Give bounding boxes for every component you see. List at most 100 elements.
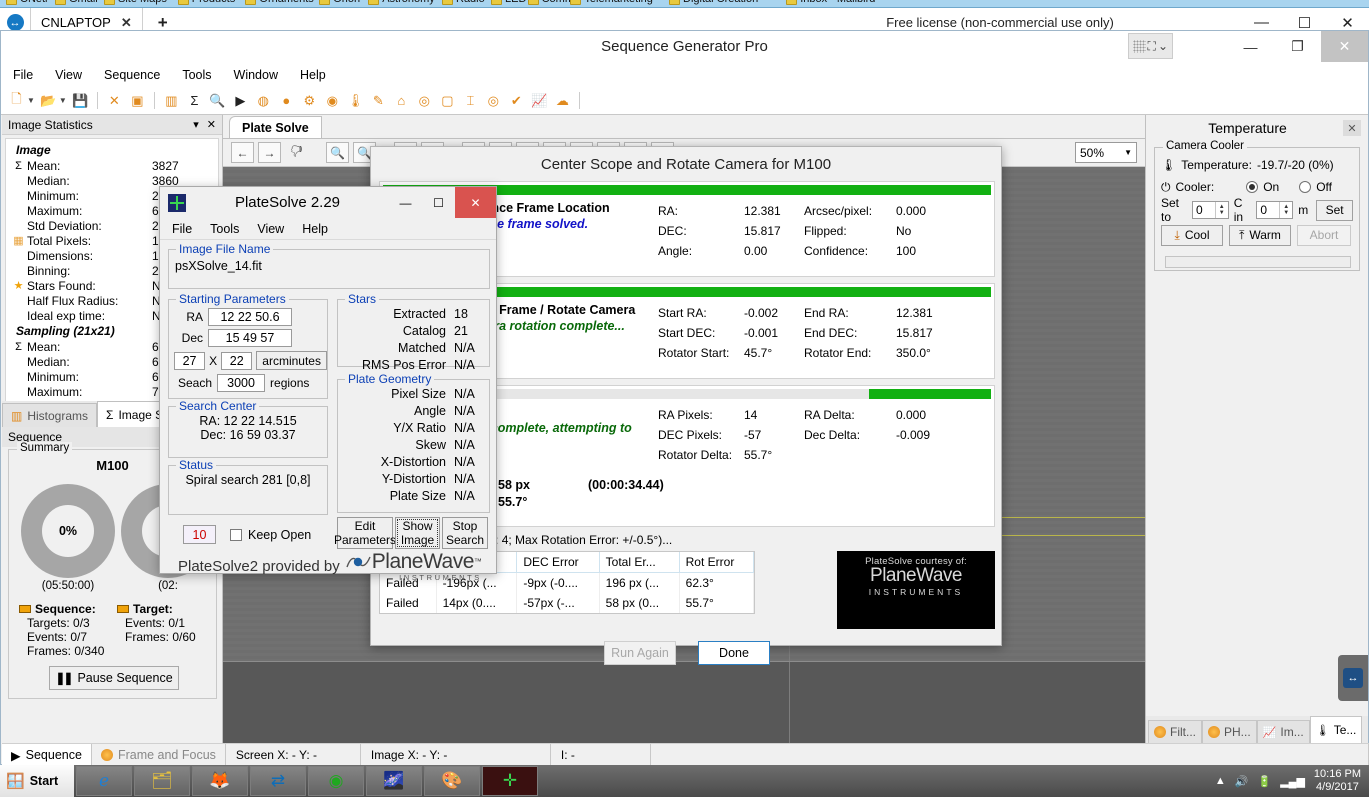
set-button[interactable]: Set	[1316, 199, 1353, 221]
back-arrow-icon[interactable]: ←	[231, 142, 254, 163]
meridian-flip-icon[interactable]: ◎	[415, 91, 434, 110]
bookmark-item[interactable]: Comm	[527, 0, 574, 7]
bookmark-item[interactable]: Site Maps	[104, 0, 167, 7]
filter-wheel-icon[interactable]: ●	[277, 91, 296, 110]
done-button[interactable]: Done	[698, 641, 770, 665]
gear-icon[interactable]: ⚙	[300, 91, 319, 110]
teamviewer-side-handle[interactable]: ↔	[1338, 655, 1368, 701]
chevron-down-icon[interactable]: ▼	[27, 96, 35, 105]
taskbar-teamviewer-icon[interactable]: ⇄	[250, 766, 306, 796]
save-icon[interactable]: 💾	[71, 91, 90, 110]
close-icon[interactable]: ✕	[1343, 120, 1361, 136]
open-file-icon[interactable]: 📂	[39, 91, 58, 110]
bookmark-item[interactable]: Orion	[319, 0, 360, 7]
search-icon[interactable]: 🔍	[208, 91, 227, 110]
chevron-down-icon[interactable]: ⌄	[1158, 39, 1168, 53]
table-row[interactable]: Failed 14px (0.... -57px (-... 58 px (0.…	[380, 593, 755, 613]
menu-item-sequence[interactable]: Sequence	[104, 68, 160, 82]
browser-bookmark-bar[interactable]: CNeti Gmail Site Maps Products Ornaments Orio…	[0, 0, 1369, 8]
phd-guiding-icon[interactable]: ◉	[323, 91, 342, 110]
menu-item-view[interactable]: View	[55, 68, 82, 82]
target-icon[interactable]: ◎	[484, 91, 503, 110]
menu-item-window[interactable]: Window	[234, 68, 278, 82]
bookmark-item[interactable]: Inbox - Mailbird	[786, 0, 875, 7]
stepper-arrows-icon[interactable]: ▲ ▼	[1214, 202, 1228, 218]
tab-filter-wheel[interactable]: Filt...	[1148, 720, 1202, 743]
network-icon[interactable]: ▂▄▆	[1280, 775, 1305, 788]
tab-phd-guiding[interactable]: PH...	[1202, 720, 1257, 743]
new-file-icon[interactable]: 🗋	[7, 91, 26, 110]
focuser-icon[interactable]: ⌶	[461, 91, 480, 110]
field-width-input[interactable]: 27	[174, 351, 206, 370]
zoom-level-select[interactable]: 50% ▼	[1075, 142, 1137, 163]
taskbar-internet-explorer-icon[interactable]: ℯ	[76, 766, 132, 796]
statistics-icon[interactable]: Σ	[185, 91, 204, 110]
drag-handle-icon[interactable]	[1132, 39, 1146, 53]
menu-item-help[interactable]: Help	[300, 68, 326, 82]
menu-item-file[interactable]: File	[172, 222, 192, 236]
taskbar-platesolve-icon[interactable]: ✛	[482, 766, 538, 796]
volume-icon[interactable]: 🔊	[1235, 775, 1249, 788]
taskbar-paint-icon[interactable]: 🎨	[424, 766, 480, 796]
ra-input[interactable]: 12 22 50.6	[208, 308, 292, 326]
settings-icon[interactable]: ▣	[128, 91, 147, 110]
close-icon[interactable]: ✕	[1321, 31, 1368, 62]
battery-icon[interactable]: 🔋	[1257, 775, 1271, 788]
chevron-down-icon[interactable]: ▼	[59, 96, 67, 105]
chevron-down-icon[interactable]: ▾	[193, 118, 199, 131]
dec-input[interactable]: 15 49 57	[208, 329, 292, 347]
menu-item-tools[interactable]: Tools	[210, 222, 239, 236]
camera-icon[interactable]: ▢	[438, 91, 457, 110]
stepper-arrows-icon[interactable]: ▲ ▼	[1279, 202, 1292, 218]
setpoint-stepper[interactable]: 0 ▲ ▼	[1191, 201, 1229, 219]
connect-equipment-icon[interactable]: ✕	[105, 91, 124, 110]
cooler-on-radio[interactable]	[1246, 181, 1259, 193]
bookmark-item[interactable]: Products	[177, 0, 235, 7]
validate-icon[interactable]: ✔	[507, 91, 526, 110]
warm-button[interactable]: ⤒ Warm	[1229, 224, 1291, 246]
maximize-icon[interactable]: ☐	[422, 187, 455, 218]
rotator-icon[interactable]: ◍	[254, 91, 273, 110]
menu-item-view[interactable]: View	[257, 222, 284, 236]
bookmark-item[interactable]: Digital Creation	[669, 0, 758, 7]
restore-icon[interactable]: ❐	[1274, 31, 1321, 62]
tab-histograms[interactable]: ▥ Histograms	[2, 403, 98, 427]
tab-frame-and-focus[interactable]: Frame and Focus	[92, 744, 226, 766]
zoom-in-icon[interactable]: 🔍	[326, 142, 349, 163]
auto-focus-icon[interactable]: ✎	[369, 91, 388, 110]
checkbox-icon[interactable]	[230, 528, 242, 541]
tab-temperature[interactable]: 🌡 Te...	[1309, 716, 1363, 743]
search-regions-input[interactable]: 3000	[217, 374, 266, 392]
minimize-icon[interactable]: —	[1227, 31, 1274, 62]
menu-item-file[interactable]: File	[13, 68, 33, 82]
tab-sequence[interactable]: ▶ Sequence	[2, 744, 92, 766]
duration-stepper[interactable]: 0 ▲ ▼	[1256, 201, 1294, 219]
taskbar-firefox-icon[interactable]: 🦊	[192, 766, 248, 796]
bookmark-item[interactable]: Radio	[442, 0, 485, 7]
taskbar-file-explorer-icon[interactable]: 🗂	[134, 766, 190, 796]
units-button[interactable]: arcminutes	[256, 351, 327, 370]
menu-item-tools[interactable]: Tools	[182, 68, 211, 82]
taskbar-phd2-icon[interactable]: ◉	[308, 766, 364, 796]
histogram-icon[interactable]: ▥	[162, 91, 181, 110]
field-height-input[interactable]: 22	[221, 351, 253, 370]
weather-icon[interactable]: ☁	[553, 91, 572, 110]
graph-icon[interactable]: 📈	[530, 91, 549, 110]
close-icon[interactable]: ✕	[121, 15, 132, 31]
cool-button[interactable]: ⤓ Cool	[1161, 224, 1223, 246]
cooler-off-radio[interactable]	[1299, 181, 1312, 193]
bookmark-item[interactable]: CNeti	[6, 0, 48, 7]
minimize-icon[interactable]: —	[389, 187, 422, 218]
forward-arrow-icon[interactable]: →	[258, 142, 281, 163]
fullscreen-icon[interactable]: ⛶	[1148, 39, 1156, 54]
pause-sequence-button[interactable]: ❚❚ Pause Sequence	[49, 666, 179, 690]
clock[interactable]: 10:16 PM 4/9/2017	[1314, 768, 1361, 794]
thumbs-down-icon[interactable]: 🖓	[285, 142, 308, 163]
taskbar-sky-app-icon[interactable]: 🌌	[366, 766, 422, 796]
tab-image-history[interactable]: 📈 Im...	[1256, 720, 1310, 743]
bookmark-item[interactable]: Astronomy	[368, 0, 435, 7]
start-button[interactable]: 🪟 Start	[0, 765, 74, 797]
bookmark-item[interactable]: Gmail	[55, 0, 98, 7]
tab-plate-solve[interactable]: Plate Solve	[229, 116, 322, 138]
menu-item-help[interactable]: Help	[302, 222, 328, 236]
